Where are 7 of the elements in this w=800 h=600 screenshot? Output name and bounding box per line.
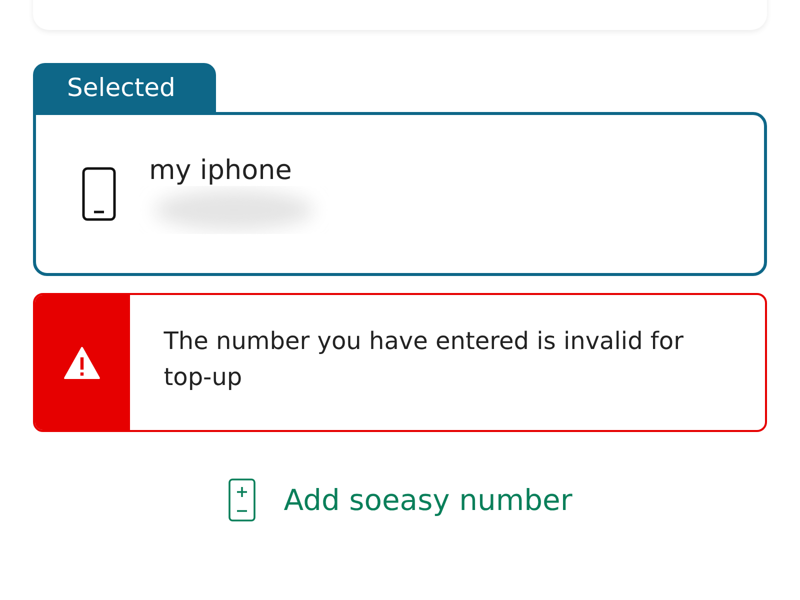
device-card[interactable]: my iphone xyxy=(33,112,767,276)
phone-plus-icon xyxy=(228,478,256,522)
phone-icon xyxy=(82,167,116,221)
device-name: my iphone xyxy=(149,155,293,186)
warning-icon xyxy=(63,346,102,380)
add-number-button[interactable]: Add soeasy number xyxy=(228,478,572,522)
error-message: The number you have entered is invalid for top-up xyxy=(162,326,684,393)
